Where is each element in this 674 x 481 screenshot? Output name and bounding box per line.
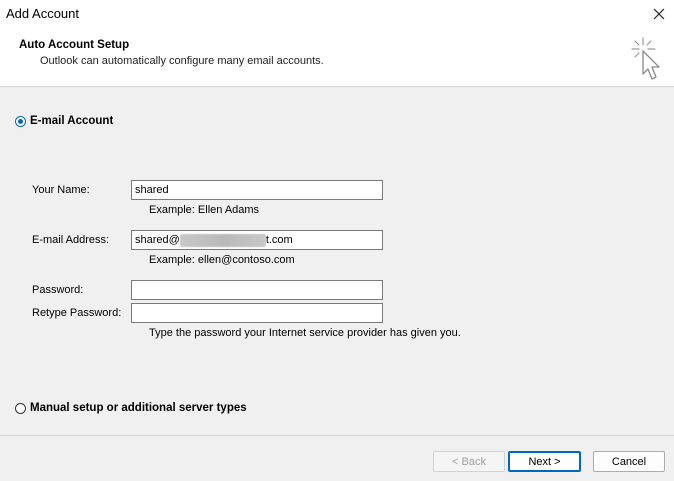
email-value-suffix: t.com [265, 234, 293, 246]
redacted-block [179, 233, 266, 247]
retype-password-label: Retype Password: [32, 307, 122, 319]
password-input[interactable] [131, 280, 383, 300]
your-name-example: Example: Ellen Adams [149, 204, 260, 216]
manual-setup-option[interactable]: Manual setup or additional server types [15, 402, 247, 414]
retype-password-input[interactable] [131, 303, 383, 323]
email-address-label: E-mail Address: [32, 234, 110, 246]
email-address-example: Example: ellen@contoso.com [149, 254, 295, 266]
header-title: Auto Account Setup [19, 39, 130, 51]
add-account-dialog: Add Account Auto Account Setup Outlook c… [0, 0, 674, 481]
your-name-input[interactable]: shared [131, 180, 383, 200]
close-icon [653, 8, 665, 20]
close-button[interactable] [644, 0, 674, 28]
header-subtitle: Outlook can automatically configure many… [40, 55, 324, 67]
your-name-value: shared [135, 184, 169, 196]
email-account-radio[interactable] [15, 115, 26, 127]
manual-setup-radio[interactable] [15, 402, 26, 414]
title-bar: Add Account [0, 0, 674, 28]
window-title: Add Account [6, 6, 79, 21]
cursor-sparkle-icon [631, 37, 660, 80]
email-account-option[interactable]: E-mail Account [15, 115, 113, 127]
password-label: Password: [32, 284, 84, 296]
password-hint: Type the password your Internet service … [149, 327, 461, 339]
email-address-input[interactable]: shared@ t.com [131, 230, 383, 250]
your-name-label: Your Name: [32, 184, 90, 196]
footer-divider [0, 435, 674, 436]
cancel-button[interactable]: Cancel [593, 451, 665, 472]
wizard-header: Auto Account Setup Outlook can automatic… [0, 28, 674, 87]
next-button[interactable]: Next > [508, 451, 581, 472]
email-account-label: E-mail Account [30, 115, 114, 127]
email-value-prefix: shared@ [135, 234, 180, 246]
back-button[interactable]: < Back [433, 451, 505, 472]
manual-setup-label: Manual setup or additional server types [30, 402, 247, 414]
